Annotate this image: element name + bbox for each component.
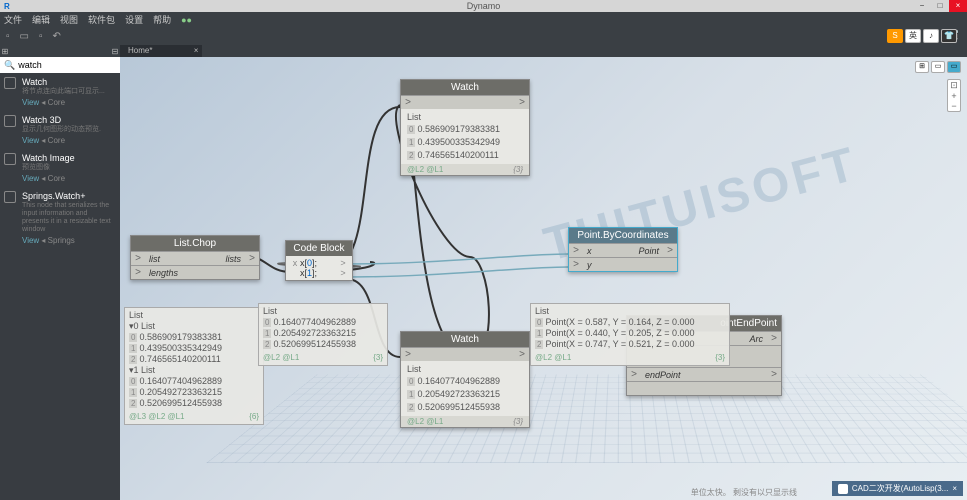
indicator-icon: ●● xyxy=(181,15,192,25)
sidebar: 🔍 × Watch将节点连向此端口可显示...View ◂ Core Watch… xyxy=(0,57,120,500)
watch-body: List 00.586909179383381 10.4395003353429… xyxy=(401,109,529,164)
in-port[interactable]: > xyxy=(569,259,583,270)
node-header[interactable]: List.Chop xyxy=(131,236,259,251)
tb-s[interactable]: S xyxy=(887,29,903,43)
in-port[interactable]: > xyxy=(569,245,583,256)
node-codeblock[interactable]: Code Block xx[0];x[1];>> xyxy=(285,240,353,281)
status-text: 单位太快。 剩没有以只显示线 xyxy=(691,487,797,498)
result-springswatch[interactable]: Springs.Watch+This node that serializes … xyxy=(0,187,120,249)
result-watchimage[interactable]: Watch Image预览图像View ◂ Core xyxy=(0,149,120,187)
out-port[interactable]: > xyxy=(767,369,781,380)
search-box[interactable]: 🔍 × xyxy=(0,57,120,73)
view-graph[interactable]: ⊞ xyxy=(915,61,929,73)
result-watch3d[interactable]: Watch 3D显示几何图形的动态预览.View ◂ Core xyxy=(0,111,120,149)
in-port[interactable]: > xyxy=(131,253,145,264)
node-header[interactable]: Point.ByCoordinates xyxy=(569,228,677,243)
tb-music[interactable]: ♪ xyxy=(923,29,939,43)
node-pointbycoord[interactable]: Point.ByCoordinates >xPoint> >y xyxy=(568,227,678,272)
fit-icon[interactable]: ⊡ xyxy=(948,80,960,91)
menu-bar: 文件 编辑 视图 软件包 设置 帮助 ●● xyxy=(0,12,967,27)
node-header[interactable]: Watch xyxy=(401,332,529,347)
search-icon: 🔍 xyxy=(4,60,15,71)
notif-close[interactable]: × xyxy=(952,484,957,493)
window-title: Dynamo xyxy=(467,1,501,11)
library-toggle[interactable]: ⊞ xyxy=(0,47,10,56)
view-3d-toggle[interactable]: ▭ xyxy=(931,61,945,73)
new-icon[interactable]: ▫ xyxy=(6,31,10,42)
open-icon[interactable]: ▭ xyxy=(20,31,29,42)
out-port[interactable]: > xyxy=(767,333,781,344)
node-watch-1[interactable]: Watch > > List 00.586909179383381 10.4395… xyxy=(400,79,530,176)
tab-bar: ⊞ ⊟ Home*× xyxy=(0,45,967,57)
tab-home[interactable]: Home*× xyxy=(120,45,202,57)
node-header[interactable]: Code Block xyxy=(286,241,352,256)
save-icon[interactable]: ▫ xyxy=(39,31,43,42)
out-port[interactable]: > xyxy=(663,245,677,256)
out-port[interactable]: > xyxy=(515,349,529,360)
watch-body: List 00.164077404962889 10.2054927233632… xyxy=(401,361,529,416)
menu-file[interactable]: 文件 xyxy=(4,13,22,26)
notification[interactable]: CAD二次开发(AutoLisp(3...× xyxy=(832,481,963,496)
app-icon: R xyxy=(4,2,10,11)
close-button[interactable]: × xyxy=(949,0,967,12)
title-bar: R Dynamo − □ × xyxy=(0,0,967,12)
tab-close-icon[interactable]: × xyxy=(194,45,199,57)
search-input[interactable] xyxy=(18,60,135,70)
zoom-controls: ⊡ + − xyxy=(947,79,961,112)
in-port[interactable]: > xyxy=(627,369,641,380)
menu-help[interactable]: 帮助 xyxy=(153,13,171,26)
graph-canvas[interactable]: TUITUISOFT Watch >> List 00.586909179383… xyxy=(120,57,967,500)
result-watch[interactable]: Watch将节点连向此端口可显示...View ◂ Core xyxy=(0,73,120,111)
zoom-out[interactable]: − xyxy=(948,101,960,111)
out-port[interactable]: > xyxy=(515,97,529,108)
toolbar: ▫ ▭ ▫ ↶ 📷 S 英 ♪ 👕 xyxy=(0,27,967,45)
view-3d[interactable]: ▭ xyxy=(947,61,961,73)
view-controls: ⊞ ▭ ▭ xyxy=(915,61,961,73)
tb-lang[interactable]: 英 xyxy=(905,29,921,43)
in-port[interactable]: > xyxy=(401,97,415,108)
notif-icon xyxy=(838,484,848,494)
preview-point: List 0Point(X = 0.587, Y = 0.164, Z = 0.… xyxy=(530,303,730,366)
menu-edit[interactable]: 编辑 xyxy=(32,13,50,26)
tb-shirt[interactable]: 👕 xyxy=(941,29,957,43)
in-port[interactable]: > xyxy=(131,267,145,278)
node-listchop[interactable]: List.Chop >listlists> >lengths xyxy=(130,235,260,280)
pin-icon[interactable]: ⊟ xyxy=(110,47,120,56)
zoom-in[interactable]: + xyxy=(948,91,960,101)
menu-packages[interactable]: 软件包 xyxy=(88,13,115,26)
menu-settings[interactable]: 设置 xyxy=(125,13,143,26)
in-port[interactable]: > xyxy=(401,349,415,360)
preview-codeblock: List 00.164077404962889 10.2054927233632… xyxy=(258,303,388,366)
menu-view[interactable]: 视图 xyxy=(60,13,78,26)
maximize-button[interactable]: □ xyxy=(931,0,949,12)
undo-icon[interactable]: ↶ xyxy=(53,31,61,42)
out-port[interactable]: > xyxy=(245,253,259,264)
grid-plane xyxy=(206,375,967,463)
node-watch-2[interactable]: Watch > > List 00.164077404962889 10.2054… xyxy=(400,331,530,428)
minimize-button[interactable]: − xyxy=(913,0,931,12)
preview-listchop: List ▾0 List 00.586909179383381 10.43950… xyxy=(124,307,264,425)
node-header[interactable]: Watch xyxy=(401,80,529,95)
